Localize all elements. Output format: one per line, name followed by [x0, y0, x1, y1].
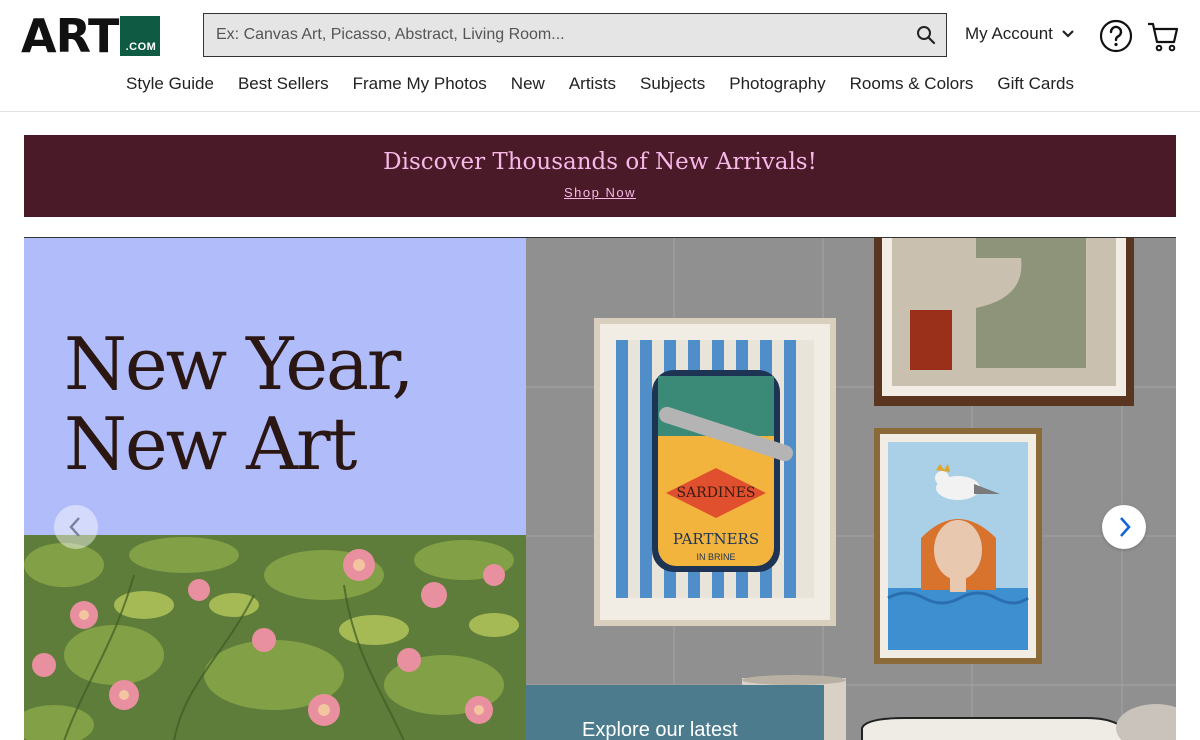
- site-header: ART .COM My Account Style Guide Best Sel…: [0, 0, 1200, 112]
- logo-wordmark: ART: [21, 9, 119, 63]
- explore-panel[interactable]: Explore our latest: [526, 685, 824, 740]
- nav-subjects[interactable]: Subjects: [640, 74, 705, 94]
- chevron-left-icon: [69, 517, 80, 537]
- search-bar: [203, 13, 947, 57]
- my-account-label: My Account: [965, 24, 1053, 43]
- promo-banner-title: Discover Thousands of New Arrivals!: [383, 149, 817, 175]
- my-account-menu[interactable]: My Account: [965, 24, 1075, 44]
- in-brine-label: IN BRINE: [696, 552, 735, 562]
- search-icon[interactable]: [916, 25, 936, 45]
- help-icon[interactable]: [1099, 19, 1133, 53]
- search-input[interactable]: [216, 14, 906, 56]
- promo-banner: Discover Thousands of New Arrivals! Shop…: [24, 135, 1176, 217]
- carousel-next-button[interactable]: [1102, 505, 1146, 549]
- carousel-prev-button[interactable]: [54, 505, 98, 549]
- main-nav: Style Guide Best Sellers Frame My Photos…: [0, 74, 1200, 94]
- nav-photography[interactable]: Photography: [729, 74, 825, 94]
- nav-rooms-colors[interactable]: Rooms & Colors: [850, 74, 974, 94]
- nav-style-guide[interactable]: Style Guide: [126, 74, 214, 94]
- nav-artists[interactable]: Artists: [569, 74, 616, 94]
- logo-suffix: .COM: [125, 41, 157, 53]
- gallery-wall-illustration: SARDINES PARTNERS IN BRINE: [526, 238, 1176, 740]
- hero-text-panel: New Year, New Art: [24, 238, 526, 740]
- chevron-down-icon: [1061, 24, 1075, 44]
- chevron-right-icon: [1120, 517, 1131, 537]
- nav-gift-cards[interactable]: Gift Cards: [997, 74, 1074, 94]
- hero-title-line2: New Art: [64, 402, 357, 486]
- nav-new[interactable]: New: [511, 74, 545, 94]
- explore-text: Explore our latest: [582, 719, 738, 740]
- partners-label: PARTNERS: [673, 530, 759, 548]
- hero-title: New Year, New Art: [64, 322, 414, 486]
- cart-icon[interactable]: [1146, 20, 1180, 54]
- hero-title-line1: New Year,: [64, 322, 414, 406]
- shop-now-link[interactable]: Shop Now: [24, 185, 1176, 200]
- nav-frame-my-photos[interactable]: Frame My Photos: [353, 74, 487, 94]
- floral-painting-image: [24, 535, 526, 740]
- logo-badge: .COM: [120, 16, 161, 56]
- sardines-label: SARDINES: [676, 485, 755, 501]
- hero-carousel: New Year, New Art SARDINES PARTNERS IN B…: [24, 237, 1176, 740]
- art-logo[interactable]: ART .COM: [21, 9, 161, 63]
- hero-room-image: SARDINES PARTNERS IN BRINE: [526, 238, 1176, 740]
- nav-best-sellers[interactable]: Best Sellers: [238, 74, 329, 94]
